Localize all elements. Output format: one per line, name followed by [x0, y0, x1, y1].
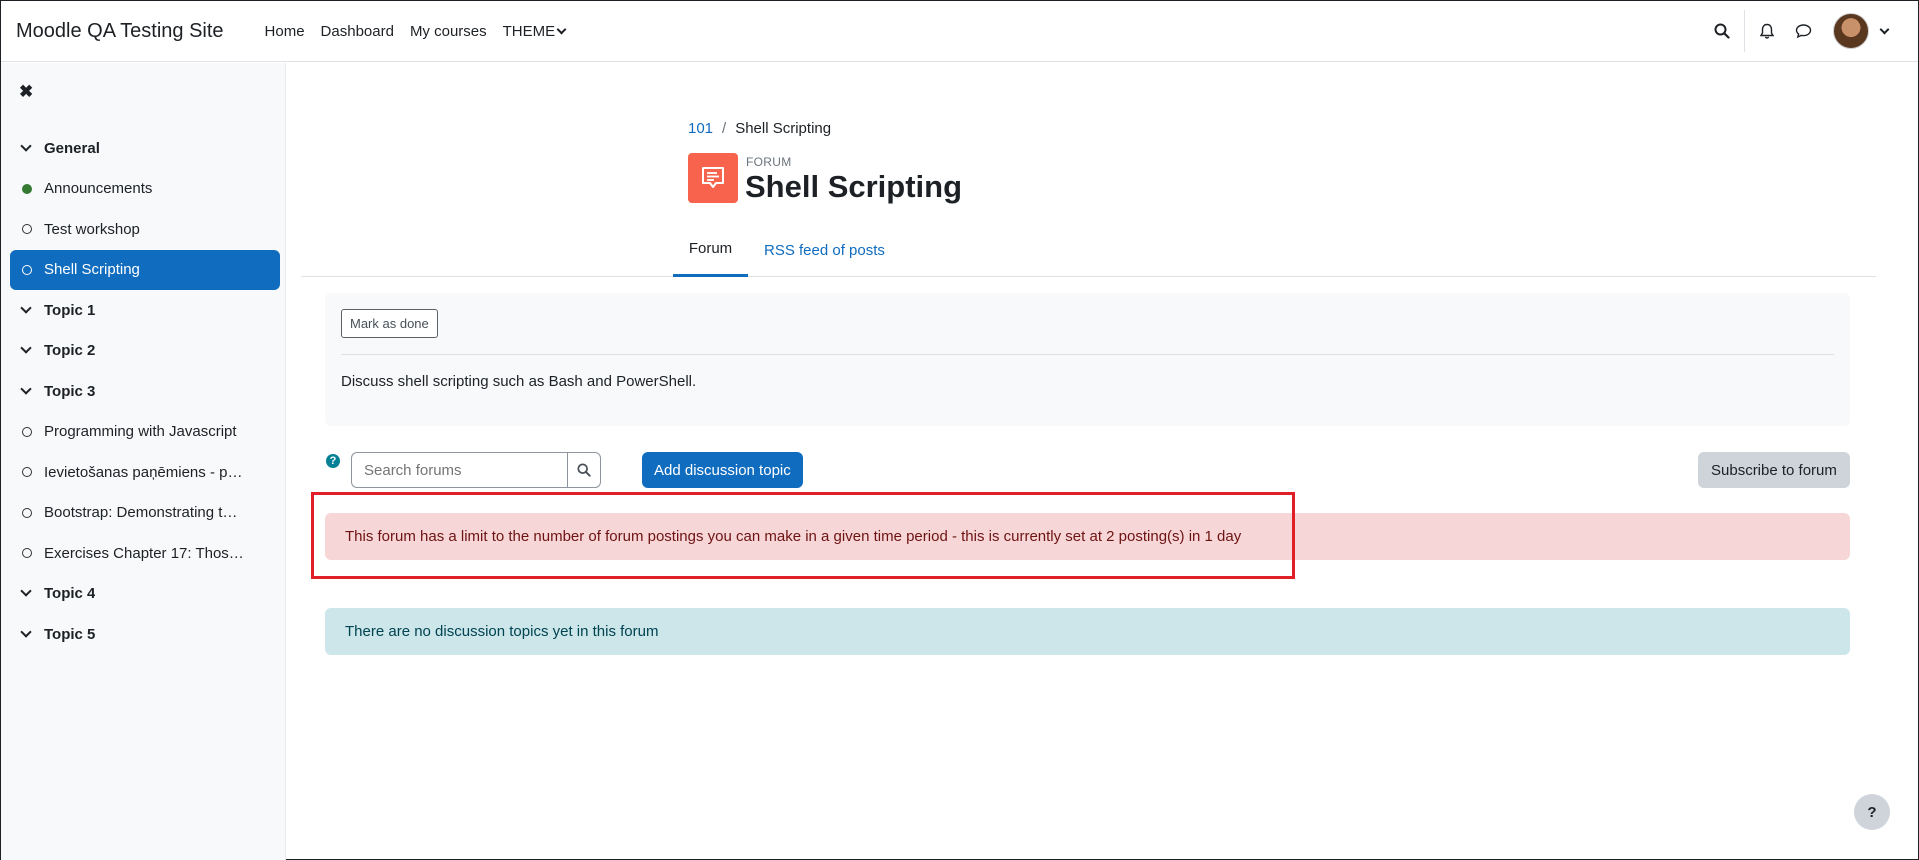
- secondary-navigation: Forum RSS feed of posts: [301, 223, 1876, 277]
- chevron-down-icon[interactable]: [20, 342, 32, 354]
- chevron-down-icon: [556, 24, 567, 34]
- user-avatar[interactable]: [1833, 13, 1869, 49]
- search-icon: [1714, 23, 1730, 39]
- section-topic-5[interactable]: Topic 5: [10, 614, 280, 655]
- activity-bootstrap[interactable]: Bootstrap: Demonstrating th…: [10, 493, 280, 534]
- activity-label: Shell Scripting: [44, 261, 140, 279]
- section-topic-3[interactable]: Topic 3: [10, 371, 280, 412]
- subscribe-to-forum-button[interactable]: Subscribe to forum: [1698, 452, 1850, 488]
- tab-rss-feed[interactable]: RSS feed of posts: [750, 223, 899, 277]
- search-button[interactable]: [1704, 1, 1740, 61]
- chevron-down-icon[interactable]: [20, 585, 32, 597]
- chevron-down-icon[interactable]: [20, 383, 32, 395]
- notifications-button[interactable]: [1749, 1, 1785, 61]
- chevron-down-icon[interactable]: [1879, 24, 1890, 34]
- section-label: General: [44, 139, 100, 157]
- section-label: Topic 1: [44, 301, 96, 319]
- activity-label: Programming with Javascript: [44, 423, 237, 441]
- breadcrumb: 101 / Shell Scripting: [688, 120, 831, 137]
- activity-label: Announcements: [44, 180, 153, 198]
- nav-my-courses[interactable]: My courses: [402, 23, 495, 40]
- section-topic-4[interactable]: Topic 4: [10, 574, 280, 615]
- nav-dashboard[interactable]: Dashboard: [313, 23, 402, 40]
- section-general[interactable]: General: [10, 128, 280, 169]
- activity-announcements[interactable]: Announcements: [10, 169, 280, 210]
- activity-type-label: FORUM: [746, 155, 792, 169]
- search-submit-button[interactable]: [567, 452, 601, 488]
- activity-description: Discuss shell scripting such as Bash and…: [341, 373, 697, 390]
- section-topic-2[interactable]: Topic 2: [10, 331, 280, 372]
- add-discussion-topic-button[interactable]: Add discussion topic: [642, 452, 803, 488]
- nav-divider: [1744, 10, 1745, 52]
- breadcrumb-separator: /: [722, 120, 727, 137]
- activity-label: Exercises Chapter 17: Thos…: [44, 544, 244, 562]
- chat-bubble-icon: [1795, 24, 1811, 39]
- user-navigation: [1704, 1, 1918, 61]
- search-icon: [577, 463, 591, 477]
- section-label: Topic 2: [44, 342, 96, 360]
- main-content: 101 / Shell Scripting FORUM Shell Script…: [287, 63, 1918, 860]
- section-topic-1[interactable]: Topic 1: [10, 290, 280, 331]
- nav-theme-label: THEME: [502, 22, 556, 40]
- breadcrumb-course-link[interactable]: 101: [688, 120, 713, 137]
- divider: [341, 354, 1834, 355]
- completion-circle-icon: [22, 507, 32, 518]
- top-navbar: Moodle QA Testing Site Home Dashboard My…: [1, 1, 1918, 62]
- page-title: Shell Scripting: [745, 169, 963, 204]
- mark-as-done-button[interactable]: Mark as done: [341, 309, 438, 338]
- primary-navigation: Home Dashboard My courses THEME: [257, 23, 574, 40]
- section-label: Topic 4: [44, 585, 96, 603]
- footer-help-button[interactable]: ?: [1854, 794, 1890, 830]
- activity-header: Mark as done Discuss shell scripting suc…: [325, 293, 1850, 426]
- nav-theme-dropdown[interactable]: THEME: [495, 23, 574, 40]
- completion-circle-icon: [22, 224, 32, 235]
- course-index-drawer: ✖ General Announcements Test workshop Sh…: [1, 63, 286, 860]
- breadcrumb-current: Shell Scripting: [735, 120, 832, 137]
- activity-shell-scripting[interactable]: Shell Scripting: [10, 249, 280, 290]
- activity-label: Test workshop: [44, 220, 140, 238]
- completion-circle-icon: [22, 548, 32, 559]
- chevron-down-icon[interactable]: [20, 302, 32, 314]
- bell-icon: [1759, 23, 1775, 39]
- chevron-down-icon[interactable]: [20, 140, 32, 152]
- help-icon[interactable]: ?: [326, 454, 340, 468]
- activity-ievietosanas[interactable]: Ievietošanas paņēmiens - p…: [10, 452, 280, 493]
- activity-label: Bootstrap: Demonstrating th…: [44, 504, 244, 522]
- activity-label: Ievietošanas paņēmiens - p…: [44, 463, 243, 481]
- section-label: Topic 5: [44, 625, 96, 643]
- forum-icon: [702, 167, 724, 188]
- activity-test-workshop[interactable]: Test workshop: [10, 209, 280, 250]
- forum-search: [351, 452, 603, 488]
- search-forums-input[interactable]: [351, 452, 567, 488]
- completion-circle-icon: [22, 264, 32, 275]
- chevron-down-icon[interactable]: [20, 626, 32, 638]
- activity-programming-javascript[interactable]: Programming with Javascript: [10, 412, 280, 453]
- forum-activity-icon: [688, 153, 738, 203]
- section-label: Topic 3: [44, 382, 96, 400]
- completion-circle-icon: [22, 426, 32, 437]
- close-drawer-button[interactable]: ✖: [19, 82, 33, 102]
- site-brand[interactable]: Moodle QA Testing Site: [16, 20, 224, 43]
- activity-exercises-chapter-17[interactable]: Exercises Chapter 17: Thos…: [10, 533, 280, 574]
- nav-home[interactable]: Home: [257, 23, 313, 40]
- no-discussions-alert: There are no discussion topics yet in th…: [325, 608, 1850, 655]
- course-index: General Announcements Test workshop Shel…: [10, 128, 280, 655]
- highlight-outline: [311, 492, 1295, 579]
- completion-done-icon: [22, 183, 32, 194]
- messages-button[interactable]: [1785, 1, 1821, 61]
- tab-forum[interactable]: Forum: [673, 223, 748, 277]
- completion-circle-icon: [22, 467, 32, 478]
